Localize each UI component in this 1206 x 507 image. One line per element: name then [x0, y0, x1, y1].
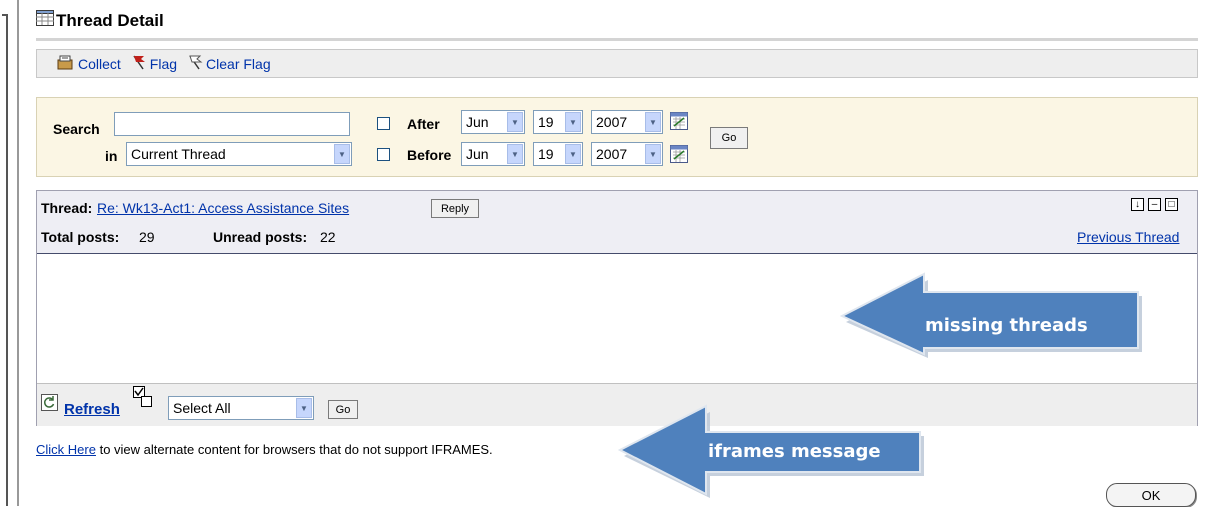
search-input[interactable] — [114, 112, 350, 136]
clear-flag-button[interactable]: Clear Flag — [187, 54, 271, 73]
after-month-value: Jun — [466, 114, 489, 130]
bulk-go-button[interactable]: Go — [328, 400, 358, 419]
refresh-icon[interactable] — [41, 394, 58, 414]
chevron-down-icon: ▼ — [645, 144, 661, 164]
iframe-fallback-text: to view alternate content for browsers t… — [99, 442, 493, 457]
after-year-value: 2007 — [596, 114, 628, 130]
chevron-down-icon: ▼ — [645, 112, 661, 132]
after-day-value: 19 — [538, 114, 554, 130]
collect-button[interactable]: Collect — [57, 54, 121, 73]
chevron-down-icon: ▼ — [507, 144, 523, 164]
scope-select[interactable]: Current Thread ▼ — [126, 142, 352, 166]
action-toolbar: Collect Flag Clear Flag — [36, 49, 1198, 78]
bulk-action-select[interactable]: Select All ▼ — [168, 396, 314, 420]
after-label: After — [407, 116, 440, 132]
search-label: Search — [53, 121, 100, 137]
calendar-icon[interactable] — [670, 145, 688, 166]
chevron-down-icon: ▼ — [334, 144, 350, 164]
chevron-down-icon: ▼ — [507, 112, 523, 132]
refresh-link[interactable]: Refresh — [64, 401, 120, 418]
thread-title-link[interactable]: Re: Wk13-Act1: Access Assistance Sites — [97, 200, 349, 216]
unread-posts-label: Unread posts: — [213, 229, 308, 245]
reply-button[interactable]: Reply — [431, 199, 479, 218]
thread-header: Thread: Re: Wk13-Act1: Access Assistance… — [37, 191, 1197, 254]
previous-thread-link[interactable]: Previous Thread — [1077, 229, 1179, 245]
chevron-down-icon: ▼ — [565, 112, 581, 132]
move-down-icon[interactable]: ↓ — [1131, 198, 1144, 211]
collect-icon — [57, 54, 75, 73]
after-day-select[interactable]: 19 ▼ — [533, 110, 583, 134]
after-month-select[interactable]: Jun ▼ — [461, 110, 525, 134]
scope-select-value: Current Thread — [131, 146, 226, 162]
left-frame-line — [6, 14, 8, 506]
bulk-action-value: Select All — [173, 400, 231, 416]
iframe-fallback-message: Click Here to view alternate content for… — [36, 442, 493, 457]
flag-button[interactable]: Flag — [131, 54, 177, 73]
maximize-icon[interactable]: □ — [1165, 198, 1178, 211]
unread-posts-value: 22 — [320, 229, 336, 245]
total-posts-value: 29 — [139, 229, 155, 245]
select-checkboxes-icon — [133, 386, 153, 411]
before-checkbox[interactable] — [377, 148, 390, 161]
title-divider — [36, 38, 1198, 41]
after-year-select[interactable]: 2007 ▼ — [591, 110, 663, 134]
iframes-message-label: iframes message — [708, 441, 881, 462]
table-icon — [36, 10, 54, 31]
before-year-select[interactable]: 2007 ▼ — [591, 142, 663, 166]
thread-footer-bar: Refresh Select All ▼ Go — [37, 383, 1197, 426]
collect-label: Collect — [78, 55, 121, 72]
chevron-down-icon: ▼ — [565, 144, 581, 164]
before-month-select[interactable]: Jun ▼ — [461, 142, 525, 166]
calendar-icon[interactable] — [670, 112, 688, 133]
page-title: Thread Detail — [36, 10, 164, 31]
click-here-link[interactable]: Click Here — [36, 442, 96, 457]
minimize-icon[interactable]: – — [1148, 198, 1161, 211]
ok-button[interactable]: OK — [1106, 483, 1196, 507]
page-title-text: Thread Detail — [56, 10, 164, 30]
before-label: Before — [407, 147, 452, 163]
left-frame-tick — [2, 14, 8, 16]
total-posts-label: Total posts: — [41, 229, 120, 245]
in-label: in — [105, 148, 118, 164]
before-month-value: Jun — [466, 146, 489, 162]
left-frame-border — [17, 0, 19, 506]
thread-label: Thread: — [41, 200, 93, 216]
flag-label: Flag — [149, 55, 178, 72]
before-year-value: 2007 — [596, 146, 628, 162]
before-day-value: 19 — [538, 146, 554, 162]
search-panel: Search in Current Thread ▼ After Jun ▼ 1… — [36, 97, 1198, 177]
chevron-down-icon: ▼ — [296, 398, 312, 418]
clear-flag-label: Clear Flag — [206, 55, 271, 72]
flag-icon — [131, 54, 147, 73]
before-day-select[interactable]: 19 ▼ — [533, 142, 583, 166]
missing-threads-label: missing threads — [925, 315, 1088, 336]
clear-flag-icon — [187, 54, 203, 73]
after-checkbox[interactable] — [377, 117, 390, 130]
search-go-button[interactable]: Go — [710, 127, 748, 149]
